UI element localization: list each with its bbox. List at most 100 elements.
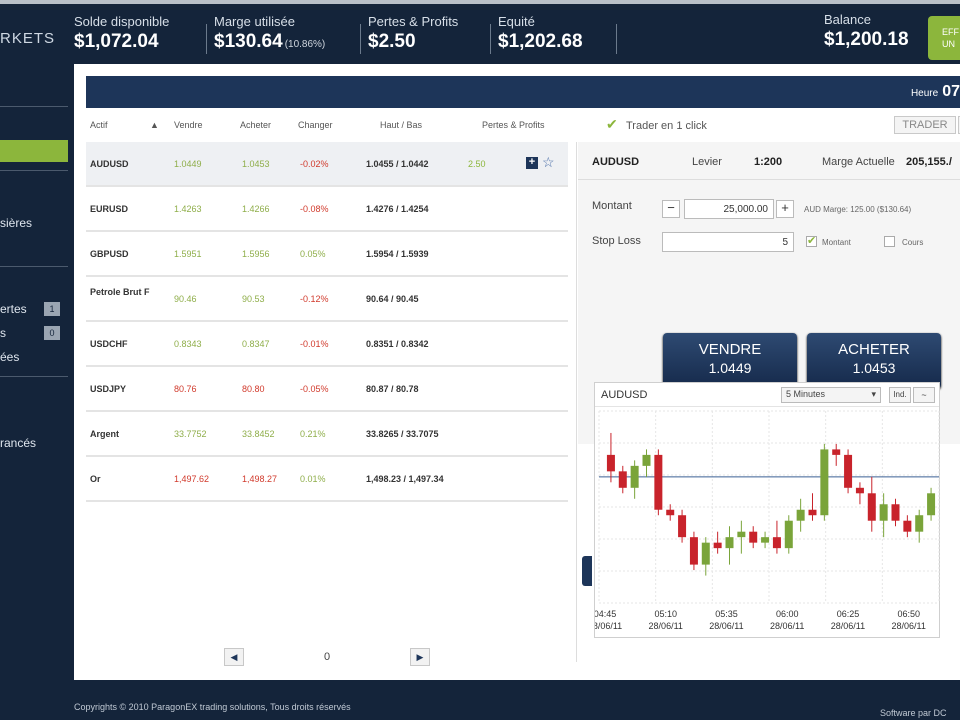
cours-checkbox[interactable] [884, 236, 895, 247]
col-sell[interactable]: Vendre [174, 120, 203, 130]
sell-price[interactable]: 33.7752 [174, 429, 207, 439]
divider [206, 24, 207, 54]
asset-name: Petrole Brut F [90, 287, 150, 297]
table-row[interactable]: USDJPY 80.76 80.80 -0.05% 80.87 / 80.78 [86, 367, 568, 412]
order-header: AUDUSD Levier 1:200 Marge Actuelle 205,1… [578, 142, 960, 180]
table-row[interactable]: EURUSD 1.4263 1.4266 -0.08% 1.4276 / 1.4254 [86, 187, 568, 232]
candle-body [832, 449, 841, 455]
prev-page-button[interactable]: ◀ [224, 648, 244, 666]
buy-price[interactable]: 1.5956 [242, 249, 270, 259]
divider [576, 142, 577, 662]
sell-price[interactable]: 80.76 [174, 384, 197, 394]
buy-price[interactable]: 1.4266 [242, 204, 270, 214]
table-row[interactable]: USDCHF 0.8343 0.8347 -0.01% 0.8351 / 0.8342 [86, 322, 568, 367]
sidebar-item-5[interactable]: rancés [0, 436, 36, 450]
candle-body [666, 509, 675, 516]
collapse-handle[interactable] [582, 556, 592, 586]
candle-body [618, 471, 627, 488]
high-low: 33.8265 / 33.7075 [366, 429, 439, 439]
page-number: 0 [324, 651, 331, 663]
plus-icon[interactable]: + [526, 157, 538, 169]
table-row[interactable]: AUDUSD 1.0449 1.0453 -0.02% 1.0455 / 1.0442 2… [86, 142, 568, 187]
sell-label: VENDRE [698, 341, 762, 358]
margin-note: AUD Marge: 125.00 ($130.64) [804, 205, 912, 214]
stoploss-input[interactable] [662, 232, 794, 252]
sidebar-item-2[interactable]: ertes [0, 302, 27, 316]
sell-price[interactable]: 1.5951 [174, 249, 202, 259]
stat-label: Balance [824, 12, 871, 27]
candle-body [761, 537, 770, 543]
candle-body [642, 454, 651, 466]
deposit-button[interactable]: EFF UN [928, 16, 960, 60]
candle-body [891, 504, 900, 521]
sidebar-item-4[interactable]: ées [0, 350, 19, 364]
tab-trader[interactable]: TRADER [894, 116, 956, 134]
x-tick-label: 05:10 [654, 609, 677, 619]
decrease-button[interactable]: − [662, 200, 680, 218]
next-page-button[interactable]: ▶ [410, 648, 430, 666]
chart-symbol: AUDUSD [601, 389, 648, 401]
table-header: Actif ▲ Vendre Acheter Changer Haut / Ba… [86, 112, 960, 138]
sell-price[interactable]: 0.8343 [174, 339, 202, 349]
lever-label: Levier [692, 156, 722, 168]
increase-button[interactable]: + [776, 200, 794, 218]
asset-name: GBPUSD [90, 249, 129, 259]
line-style-button[interactable]: ~ [913, 387, 935, 403]
divider [360, 24, 361, 54]
one-click-label[interactable]: Trader en 1 click [626, 120, 707, 132]
x-tick-label: 06:00 [776, 609, 799, 619]
table-row[interactable]: Argent 33.7752 33.8452 0.21% 33.8265 / 33.70… [86, 412, 568, 457]
buy-button[interactable]: ACHETER 1.0453 [807, 333, 941, 389]
stat-profit-loss: Pertes & Profits $2.50 [368, 14, 458, 53]
candle-body [784, 520, 793, 549]
buy-price[interactable]: 80.80 [242, 384, 265, 394]
sidebar-item-1[interactable]: sières [0, 216, 32, 230]
indicator-button[interactable]: Ind. [889, 387, 911, 403]
chevron-down-icon: ▾ [871, 389, 876, 399]
stat-available-balance: Solde disponible $1,072.04 [74, 14, 169, 53]
buy-price[interactable]: 0.8347 [242, 339, 270, 349]
change-value: -0.12% [300, 294, 329, 304]
buy-price[interactable]: 1.0453 [242, 159, 270, 169]
buy-price[interactable]: 33.8452 [242, 429, 275, 439]
x-tick-label: 06:25 [837, 609, 860, 619]
timeframe-select[interactable]: 5 Minutes ▾ [781, 387, 881, 403]
col-high-low[interactable]: Haut / Bas [380, 120, 422, 130]
col-profit-loss[interactable]: Pertes & Profits [482, 120, 545, 130]
star-icon[interactable]: ☆ [542, 154, 555, 171]
table-row[interactable]: GBPUSD 1.5951 1.5956 0.05% 1.5954 / 1.5939 [86, 232, 568, 277]
col-buy[interactable]: Acheter [240, 120, 271, 130]
stat-value: $1,072.04 [74, 31, 159, 52]
instrument-table: AUDUSD 1.0449 1.0453 -0.02% 1.0455 / 1.0442 2… [86, 142, 568, 502]
sell-price[interactable]: 1,497.62 [174, 474, 209, 484]
chart-toolbar: AUDUSD 5 Minutes ▾ Ind. ~ [595, 383, 939, 407]
profit-loss: 2.50 [468, 159, 486, 169]
price-chart: AUDUSD 5 Minutes▾ Ind. ~ 04:45 28/06/11 05… [594, 382, 940, 638]
change-value: 0.05% [300, 249, 326, 259]
table-row[interactable]: Petrole Brut F 90.46 90.53 -0.12% 90.64 / 90… [86, 277, 568, 322]
buy-price[interactable]: 90.53 [242, 294, 265, 304]
table-row[interactable]: Or 1,497.62 1,498.27 0.01% 1,498.23 / 1,497.… [86, 457, 568, 502]
amount-input[interactable] [684, 199, 774, 219]
montant-checkbox[interactable]: ✔ [806, 236, 817, 247]
sell-price[interactable]: 90.46 [174, 294, 197, 304]
sidebar-item-active[interactable] [0, 140, 68, 162]
sell-price[interactable]: 1.0449 [174, 159, 202, 169]
sidebar-badge: 0 [44, 326, 60, 340]
stat-value: $130.64 (10.86%) [214, 31, 326, 52]
sell-button[interactable]: VENDRE 1.0449 [663, 333, 797, 389]
change-value: 0.01% [300, 474, 326, 484]
sidebar-item-3[interactable]: s [0, 326, 6, 340]
check-icon[interactable]: ✔ [606, 116, 618, 133]
divider [0, 266, 68, 267]
candle-body [725, 537, 734, 549]
stoploss-label: Stop Loss [592, 235, 641, 247]
divider [0, 170, 68, 171]
buy-price[interactable]: 1,498.27 [242, 474, 277, 484]
sell-price[interactable]: 1.4263 [174, 204, 202, 214]
col-change[interactable]: Changer [298, 120, 333, 130]
divider [0, 106, 68, 107]
buy-label: ACHETER [838, 341, 910, 358]
sort-icon[interactable]: ▲ [150, 120, 159, 130]
col-asset[interactable]: Actif [90, 120, 108, 130]
